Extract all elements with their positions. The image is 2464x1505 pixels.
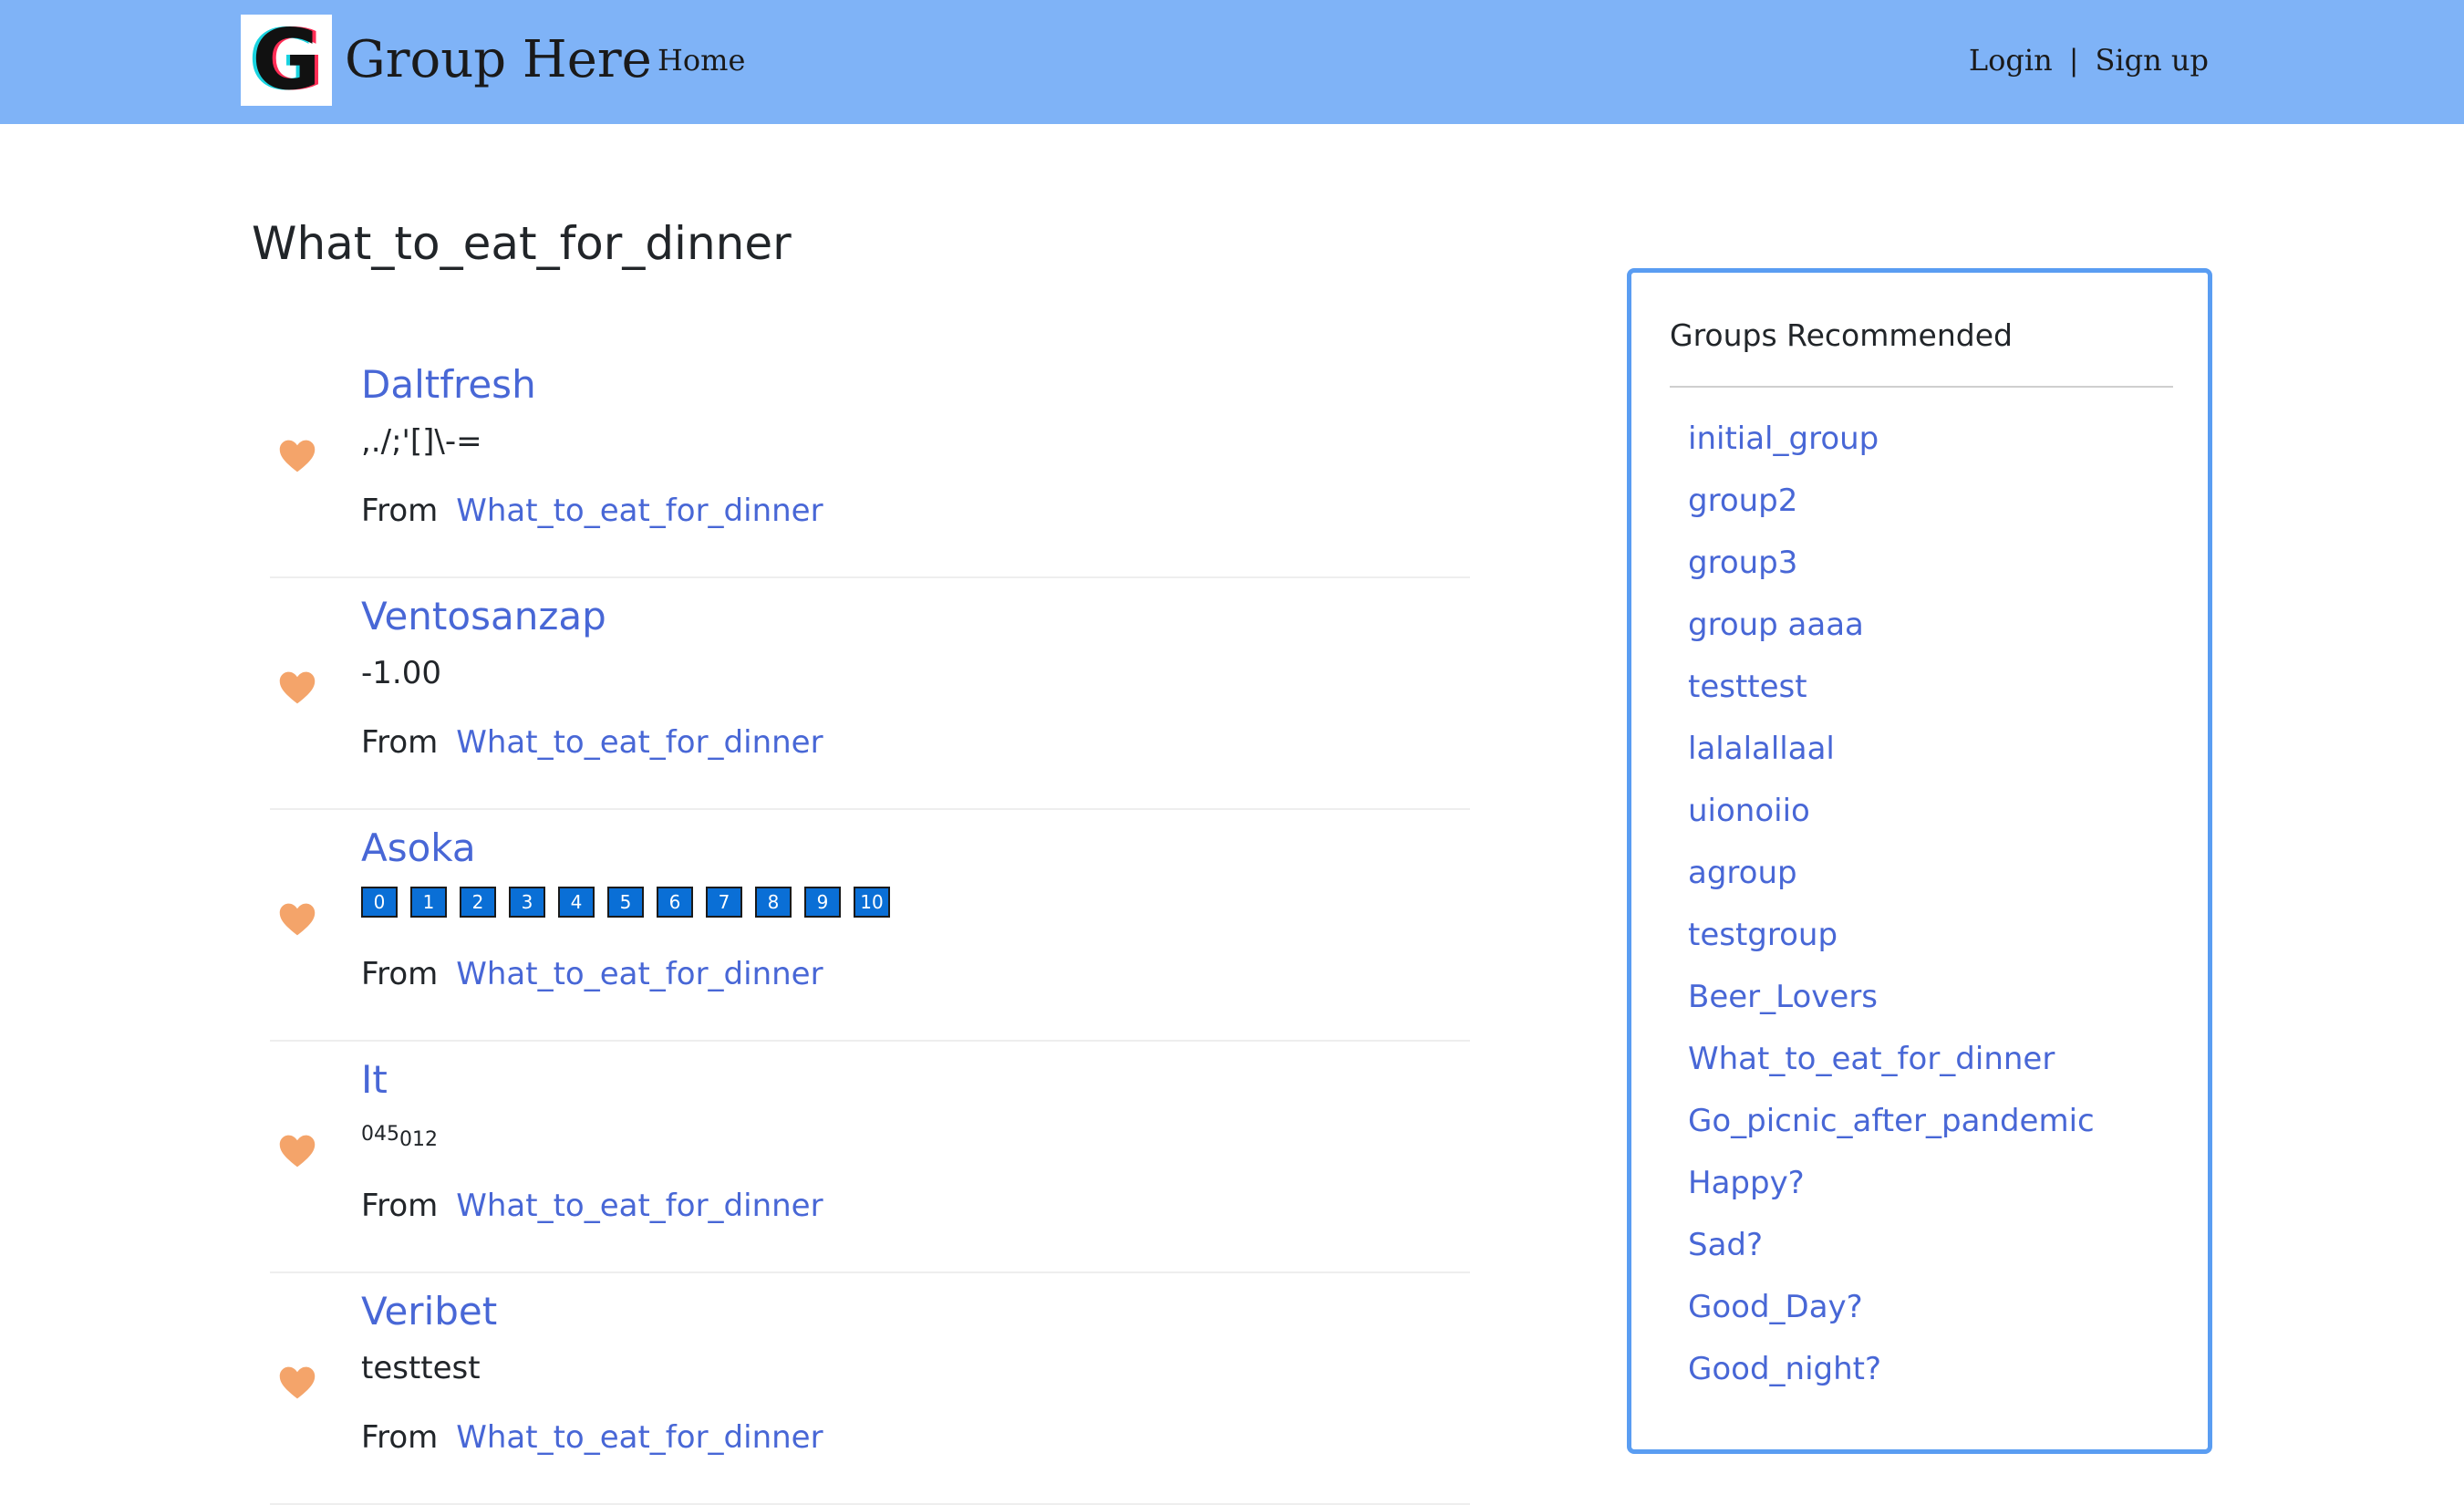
group-link[interactable]: Go_picnic_after_pandemic [1688, 1090, 2095, 1152]
post-from: From What_to_eat_for_dinner [361, 721, 823, 764]
group-link[interactable]: What_to_eat_for_dinner [1688, 1028, 2095, 1090]
group-list: initial_group group2 group3 group aaaa t… [1688, 408, 2095, 1400]
login-link[interactable]: Login [1969, 40, 2053, 80]
nav-home-link[interactable]: Home [657, 40, 745, 80]
heart-icon[interactable] [277, 1131, 317, 1171]
group-link[interactable]: testgroup [1688, 904, 2095, 966]
post-title[interactable]: It [361, 1054, 388, 1105]
post-from: From What_to_eat_for_dinner [361, 489, 823, 533]
subscript-text: 012 [399, 1128, 438, 1151]
from-label: From [361, 493, 439, 529]
divider [1670, 386, 2173, 388]
group-link[interactable]: uionoiio [1688, 780, 2095, 842]
group-link[interactable]: lalalallaal [1688, 718, 2095, 780]
from-label: From [361, 1188, 439, 1224]
post-body: 0 1 2 3 4 5 6 7 8 9 10 [361, 883, 890, 918]
groups-recommended-panel: Groups Recommended initial_group group2 … [1627, 268, 2212, 1454]
group-link[interactable]: Good_Day? [1688, 1276, 2095, 1338]
post-title[interactable]: Daltfresh [361, 359, 536, 410]
number-box: 5 [607, 887, 644, 918]
from-label: From [361, 724, 439, 761]
post-item: It 045012 From What_to_eat_for_dinner [270, 1042, 1470, 1273]
nav-separator: | [2068, 43, 2079, 78]
post-group-link[interactable]: What_to_eat_for_dinner [456, 724, 823, 761]
group-link[interactable]: agroup [1688, 842, 2095, 904]
sidebar-title: Groups Recommended [1670, 317, 2013, 353]
from-label: From [361, 956, 439, 992]
post-body: testtest [361, 1350, 481, 1386]
heart-icon[interactable] [277, 668, 317, 708]
post-item: Daltfresh ,./;'[]\-= From What_to_eat_for… [270, 347, 1470, 578]
post-from: From What_to_eat_for_dinner [361, 952, 823, 996]
post-body: 045012 [361, 1115, 438, 1158]
heart-icon[interactable] [277, 899, 317, 939]
number-box: 7 [706, 887, 742, 918]
logo-letter: G [252, 11, 321, 109]
number-box: 2 [460, 887, 496, 918]
heart-icon[interactable] [277, 436, 317, 476]
number-box: 9 [804, 887, 841, 918]
post-title[interactable]: Ventosanzap [361, 591, 606, 642]
group-link[interactable]: group2 [1688, 470, 2095, 532]
number-box: 0 [361, 887, 398, 918]
post-group-link[interactable]: What_to_eat_for_dinner [456, 493, 823, 529]
site-logo[interactable]: G [241, 15, 332, 106]
post-title[interactable]: Asoka [361, 823, 476, 874]
post-group-link[interactable]: What_to_eat_for_dinner [456, 1188, 823, 1224]
post-group-link[interactable]: What_to_eat_for_dinner [456, 1419, 823, 1456]
post-item: Ventosanzap -1.00 From What_to_eat_for_di… [270, 578, 1470, 810]
post-list: Daltfresh ,./;'[]\-= From What_to_eat_for… [270, 347, 1470, 1505]
group-link[interactable]: Sad? [1688, 1214, 2095, 1276]
post-body: -1.00 [361, 655, 441, 691]
number-box: 1 [410, 887, 447, 918]
number-box: 8 [755, 887, 792, 918]
number-box: 4 [558, 887, 595, 918]
post-from: From What_to_eat_for_dinner [361, 1184, 823, 1228]
post-item: Asoka 0 1 2 3 4 5 6 7 8 9 10 From What_to… [270, 810, 1470, 1042]
post-group-link[interactable]: What_to_eat_for_dinner [456, 956, 823, 992]
post-item: Veribet testtest From What_to_eat_for_din… [270, 1273, 1470, 1505]
from-label: From [361, 1419, 439, 1456]
number-box-row: 0 1 2 3 4 5 6 7 8 9 10 [361, 887, 890, 918]
group-link[interactable]: initial_group [1688, 408, 2095, 470]
signup-link[interactable]: Sign up [2095, 40, 2209, 80]
post-from: From What_to_eat_for_dinner [361, 1416, 823, 1459]
number-box: 6 [657, 887, 693, 918]
brand-name[interactable]: Group Here [345, 27, 652, 93]
page-title: What_to_eat_for_dinner [252, 217, 792, 270]
number-box: 3 [509, 887, 545, 918]
group-link[interactable]: group3 [1688, 532, 2095, 594]
navbar: G Group Here Home Login | Sign up [0, 0, 2464, 124]
group-link[interactable]: Beer_Lovers [1688, 966, 2095, 1028]
nav-auth-links: Login | Sign up [1969, 40, 2209, 80]
post-title[interactable]: Veribet [361, 1286, 497, 1337]
heart-icon[interactable] [277, 1363, 317, 1403]
group-link[interactable]: Good_night? [1688, 1338, 2095, 1400]
superscript-text: 045 [361, 1123, 399, 1146]
number-box: 10 [854, 887, 890, 918]
group-link[interactable]: testtest [1688, 656, 2095, 718]
group-link[interactable]: Happy? [1688, 1152, 2095, 1214]
group-link[interactable]: group aaaa [1688, 594, 2095, 656]
post-body: ,./;'[]\-= [361, 423, 482, 460]
